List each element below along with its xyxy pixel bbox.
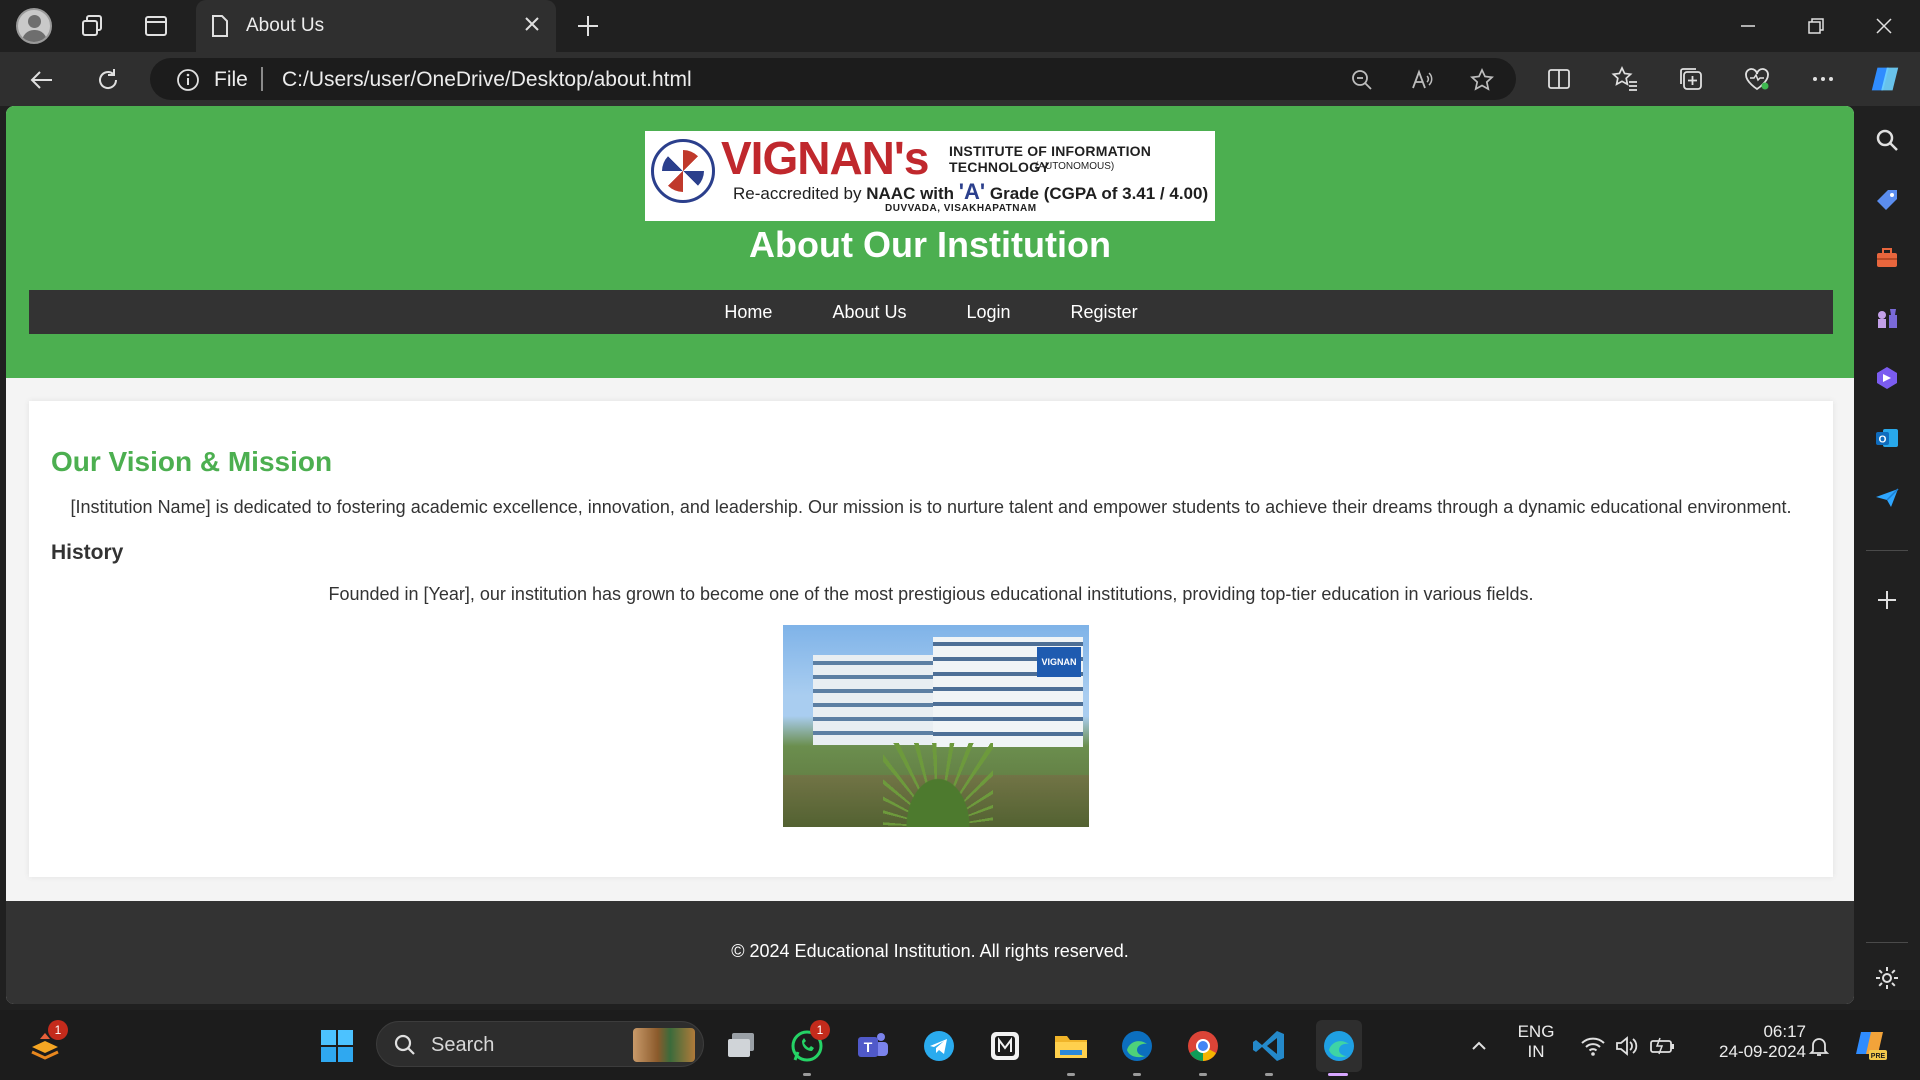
settings-gear-icon[interactable] — [1871, 962, 1903, 994]
edge-dev-icon[interactable] — [1118, 1027, 1156, 1065]
active-indicator — [1328, 1073, 1348, 1076]
browser-essentials-icon[interactable] — [1740, 62, 1774, 96]
zoom-icon[interactable] — [1348, 66, 1376, 94]
send-icon[interactable] — [1871, 482, 1903, 514]
wifi-icon[interactable] — [1574, 1027, 1612, 1065]
logo-brand: VIGNAN's — [721, 132, 929, 184]
address-separator — [261, 67, 263, 91]
task-view-icon[interactable] — [722, 1027, 760, 1065]
back-arrow-icon[interactable] — [24, 62, 60, 98]
running-indicator — [1265, 1073, 1273, 1076]
vision-text: [Institution Name] is dedicated to foste… — [70, 497, 1792, 517]
add-sidebar-app-icon[interactable] — [1871, 584, 1903, 616]
tab-title: About Us — [246, 15, 325, 36]
notes-app-icon[interactable] — [986, 1027, 1024, 1065]
running-indicator — [1067, 1073, 1075, 1076]
taskbar-search[interactable]: Search — [376, 1021, 704, 1067]
nav-home-link[interactable]: Home — [694, 302, 802, 323]
collections-icon[interactable] — [1674, 62, 1708, 96]
svg-text:PRE: PRE — [1871, 1053, 1886, 1060]
clock[interactable]: 06:17 24-09-2024 — [1690, 1022, 1806, 1062]
split-screen-icon[interactable] — [1542, 62, 1576, 96]
taskbar: 1 Search 1 T ENG IN 06:17 24-09-2024 PRE — [0, 1010, 1920, 1080]
campus-image: VIGNAN — [783, 625, 1089, 827]
widgets-badge: 1 — [48, 1020, 68, 1040]
search-icon[interactable] — [1871, 124, 1903, 156]
tab-about-us[interactable]: About Us — [196, 0, 556, 52]
minimize-icon[interactable] — [1720, 6, 1776, 46]
workspaces-icon[interactable] — [76, 10, 108, 42]
favorites-icon[interactable] — [1608, 62, 1642, 96]
history-heading: History — [51, 541, 124, 564]
more-options-icon[interactable] — [1806, 62, 1840, 96]
search-highlight-image — [633, 1028, 695, 1062]
close-tab-icon[interactable] — [520, 12, 544, 41]
sidebar-divider — [1866, 550, 1908, 551]
whatsapp-badge: 1 — [810, 1020, 830, 1040]
language-indicator[interactable]: ENG IN — [1508, 1022, 1564, 1062]
nav-login-link[interactable]: Login — [936, 302, 1040, 323]
info-icon[interactable] — [176, 68, 200, 97]
edge-icon[interactable] — [1316, 1020, 1362, 1072]
logo-accreditation: Re-accredited by NAAC with 'A' Grade (CG… — [733, 179, 1209, 204]
outlook-icon[interactable]: O — [1871, 422, 1903, 454]
running-indicator — [1133, 1073, 1141, 1076]
nav-about-link[interactable]: About Us — [802, 302, 936, 323]
refresh-icon[interactable] — [90, 62, 126, 98]
svg-text:T: T — [864, 1039, 873, 1055]
chrome-icon[interactable] — [1184, 1027, 1222, 1065]
vscode-icon[interactable] — [1250, 1027, 1288, 1065]
browser-sidebar: O — [1854, 106, 1920, 1010]
running-indicator — [803, 1073, 811, 1076]
svg-text:O: O — [1879, 435, 1887, 446]
teams-icon[interactable]: T — [854, 1027, 892, 1065]
main-content: Our Vision & Mission [Institution Name] … — [29, 401, 1833, 877]
restore-icon[interactable] — [1788, 6, 1844, 46]
page-viewport: VIGNAN's INSTITUTE OF INFORMATION TECHNO… — [6, 106, 1854, 1004]
footer-copyright: © 2024 Educational Institution. All righ… — [731, 941, 1129, 961]
address-bar[interactable]: File C:/Users/user/OneDrive/Desktop/abou… — [150, 58, 1516, 100]
site-footer: © 2024 Educational Institution. All righ… — [6, 901, 1854, 1004]
document-icon — [210, 14, 230, 43]
sidebar-divider — [1866, 942, 1908, 943]
nav-register-link[interactable]: Register — [1041, 302, 1168, 323]
read-aloud-icon[interactable] — [1408, 66, 1436, 94]
address-scheme: File — [214, 68, 248, 91]
copilot-icon[interactable] — [1868, 62, 1902, 96]
battery-icon[interactable] — [1644, 1027, 1682, 1065]
clock-date: 24-09-2024 — [1719, 1042, 1806, 1061]
address-url[interactable]: C:/Users/user/OneDrive/Desktop/about.htm… — [282, 68, 692, 92]
clock-time: 06:17 — [1763, 1022, 1806, 1041]
emblem-icon — [651, 139, 715, 203]
logo-location: DUVVADA, VISAKHAPATNAM — [885, 203, 1037, 214]
tools-briefcase-icon[interactable] — [1871, 242, 1903, 274]
running-indicator — [1199, 1073, 1207, 1076]
notifications-bell-icon[interactable] — [1800, 1027, 1838, 1065]
file-explorer-icon[interactable] — [1052, 1027, 1090, 1065]
tab-actions-icon[interactable] — [140, 10, 172, 42]
new-tab-icon[interactable] — [572, 10, 604, 42]
close-window-icon[interactable] — [1856, 6, 1912, 46]
browser-toolbar: File C:/Users/user/OneDrive/Desktop/abou… — [0, 52, 1920, 106]
profile-avatar-icon[interactable] — [16, 8, 52, 44]
institution-logo: VIGNAN's INSTITUTE OF INFORMATION TECHNO… — [645, 131, 1215, 221]
shopping-tag-icon[interactable] — [1871, 184, 1903, 216]
site-nav: Home About Us Login Register — [29, 290, 1833, 334]
browser-titlebar: About Us — [0, 0, 1920, 52]
vision-heading: Our Vision & Mission — [51, 446, 333, 477]
page-title: About Our Institution — [749, 224, 1111, 265]
site-header: VIGNAN's INSTITUTE OF INFORMATION TECHNO… — [6, 106, 1854, 378]
history-text: Founded in [Year], our institution has g… — [328, 584, 1534, 604]
logo-autonomous: (AUTONOMOUS) — [1035, 161, 1115, 172]
favorite-star-icon[interactable] — [1468, 66, 1496, 94]
volume-icon[interactable] — [1608, 1027, 1646, 1065]
search-icon — [393, 1033, 417, 1062]
search-label: Search — [431, 1034, 495, 1056]
copilot-pre-icon[interactable]: PRE — [1852, 1027, 1890, 1065]
telegram-icon[interactable] — [920, 1027, 958, 1065]
show-hidden-icons-chevron-icon[interactable] — [1460, 1027, 1498, 1065]
games-chess-icon[interactable] — [1871, 302, 1903, 334]
copilot-sidebar-icon[interactable] — [1871, 362, 1903, 394]
start-windows-icon[interactable] — [318, 1027, 356, 1065]
